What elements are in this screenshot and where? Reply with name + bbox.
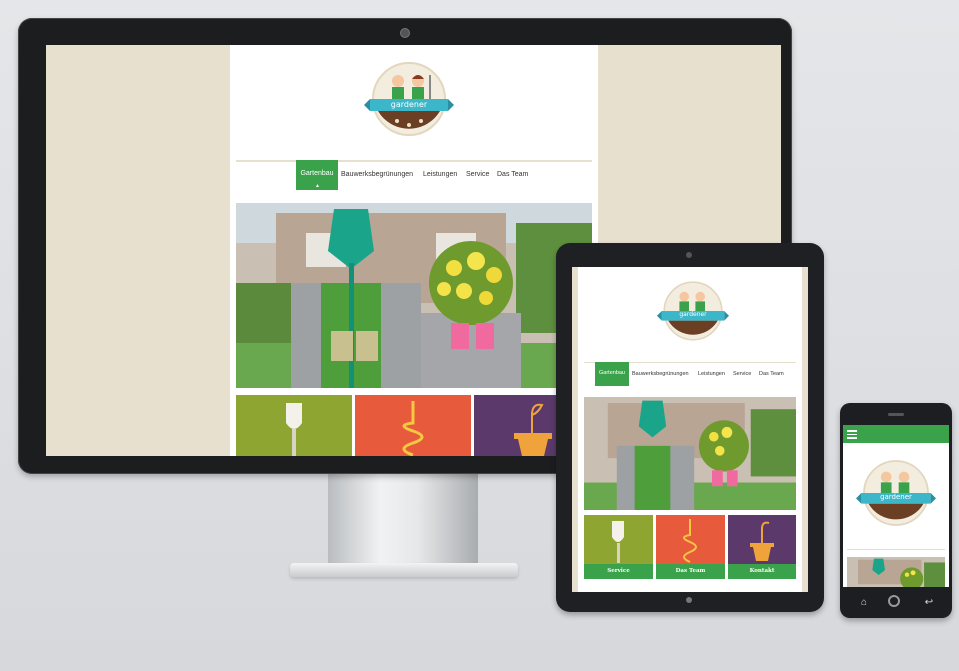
tablet-nav-leistungen[interactable]: Leistungen — [698, 371, 725, 377]
nav-bauwerksbegruenungen[interactable]: Bauwerksbegrünungen — [341, 171, 413, 178]
monitor-camera — [400, 28, 410, 38]
monitor-stand-base — [290, 563, 518, 577]
phone-screen: gardener — [843, 425, 949, 587]
tablet-nav-gartenbau[interactable]: Gartenbau — [595, 362, 629, 386]
nav-leistungen[interactable]: Leistungen — [423, 171, 457, 178]
tablet-camera — [686, 252, 692, 258]
tile-das-team[interactable] — [355, 395, 471, 456]
logo-text: gardener — [390, 100, 428, 109]
gardener-logo-icon — [364, 62, 454, 136]
monitor-stand-neck — [328, 474, 478, 568]
nav-service[interactable]: Service — [466, 171, 489, 178]
tablet-nav-bauwerksbegruenungen[interactable]: Bauwerksbegrünungen — [632, 371, 689, 377]
tablet-hero-image — [584, 397, 796, 510]
tablet-site: gardener Gartenbau Bauwerksbegrünungen L… — [578, 267, 802, 592]
nav-divider — [236, 160, 592, 162]
tile-service[interactable] — [236, 395, 352, 456]
tablet-logo-text: gardener — [679, 311, 707, 318]
gardeners-photo-icon — [236, 203, 592, 388]
phone-logo-text: gardener — [880, 493, 912, 501]
phone-hero-image — [847, 557, 945, 587]
home-icon[interactable]: ⌂ — [856, 597, 872, 608]
phone-speaker — [888, 413, 904, 416]
gardeners-photo-icon — [847, 557, 945, 587]
tablet-logo[interactable]: gardener — [657, 279, 729, 343]
tablet-tile-das-team[interactable]: Das Team — [656, 515, 725, 579]
nav-das-team[interactable]: Das Team — [497, 171, 528, 178]
back-icon[interactable]: ↩ — [921, 597, 937, 608]
gardeners-photo-icon — [584, 397, 796, 510]
tablet-nav-service[interactable]: Service — [733, 371, 751, 377]
tablet-screen: gardener Gartenbau Bauwerksbegrünungen L… — [572, 267, 808, 592]
phone-logo[interactable]: gardener — [856, 457, 936, 529]
hose-icon — [402, 401, 424, 456]
hose-icon — [683, 519, 697, 563]
phone-center-button[interactable] — [888, 595, 900, 607]
plant-pot-icon — [750, 521, 774, 561]
phone-divider — [847, 549, 945, 550]
tablet-nav-das-team[interactable]: Das Team — [759, 371, 784, 377]
tablet-tile-service-label: Service — [584, 564, 653, 579]
hero-image — [236, 203, 592, 388]
shovel-icon — [612, 521, 624, 563]
nav-active-caret-icon: ▲ — [315, 183, 320, 189]
tablet-tile-das-team-label: Das Team — [656, 564, 725, 579]
tablet-home-dot[interactable] — [686, 597, 692, 603]
tablet-tile-service[interactable]: Service — [584, 515, 653, 579]
tablet-tile-kontakt-label: Kontakt — [728, 564, 796, 579]
phone-header-bar — [843, 425, 949, 443]
logo[interactable]: gardener — [364, 59, 454, 139]
shovel-icon — [286, 403, 302, 456]
tablet-tile-kontakt[interactable]: Kontakt — [728, 515, 796, 579]
hamburger-menu-icon[interactable] — [847, 430, 857, 439]
desktop-site: gardener Gartenbau ▲ Bauwerksbegrünungen… — [230, 45, 598, 456]
